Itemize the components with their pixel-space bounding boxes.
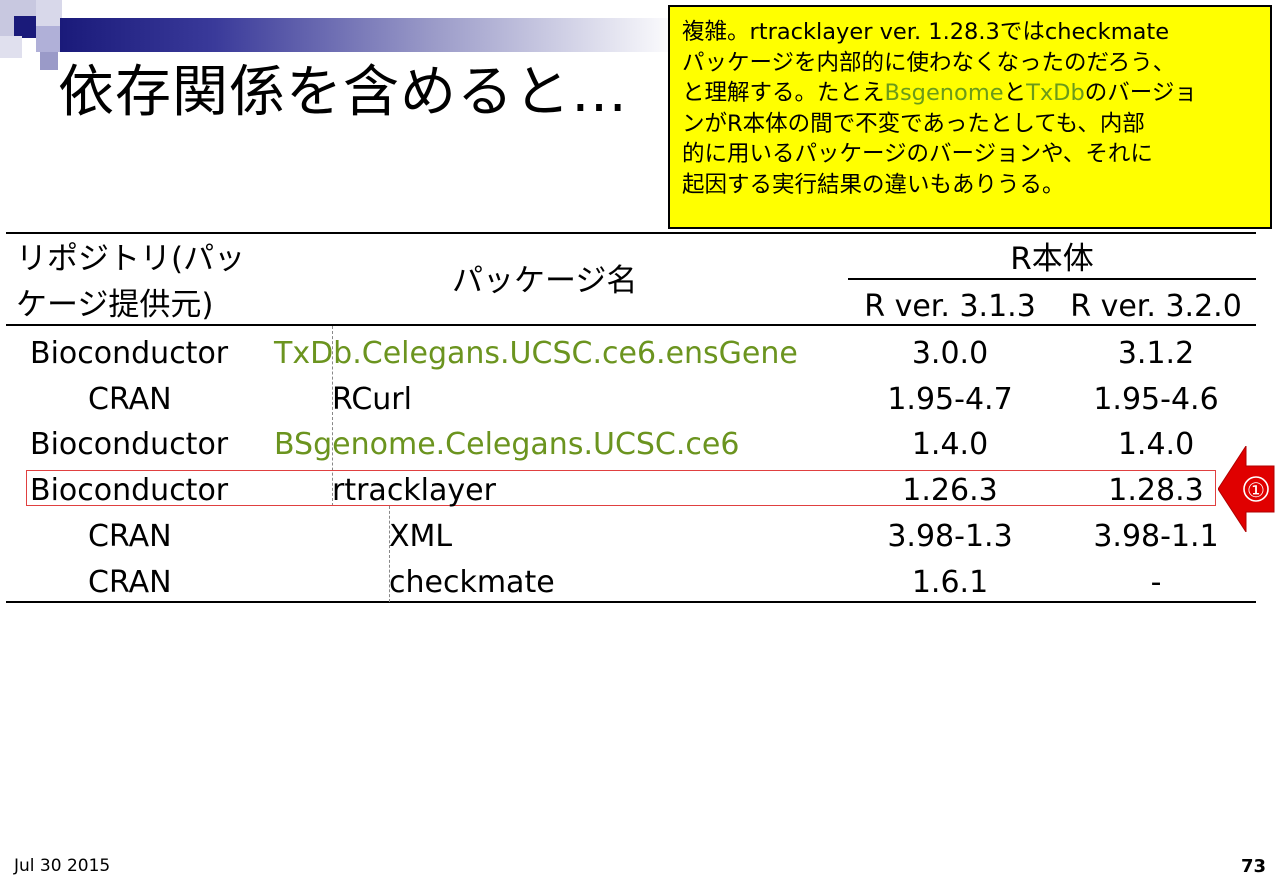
package-cell: BSgenome.Celegans.UCSC.ce6 xyxy=(274,427,740,462)
version-cell: - xyxy=(1150,565,1162,600)
package-cell: XML xyxy=(389,519,453,554)
decor-square xyxy=(14,16,36,38)
version-cell: 1.6.1 xyxy=(911,565,989,600)
repo-cell: CRAN xyxy=(88,382,172,417)
version-cell: 1.4.0 xyxy=(911,427,989,462)
header-r-version: R ver. 3.1.3 xyxy=(864,289,1036,324)
decor-square xyxy=(36,26,62,52)
table-top-rule xyxy=(6,232,1256,234)
version-cell: 3.0.0 xyxy=(911,336,989,371)
version-cell: 1.26.3 xyxy=(902,473,998,508)
version-cell: 3.1.2 xyxy=(1117,336,1195,371)
package-cell: checkmate xyxy=(389,565,555,600)
left-arrow-icon: ① xyxy=(1218,446,1275,532)
header-r-version: R ver. 3.2.0 xyxy=(1070,289,1242,324)
package-cell: rtracklayer xyxy=(332,473,496,508)
repo-cell: Bioconductor xyxy=(30,427,229,462)
note-line: ンがR本体の間で不変であったとしても、内部 xyxy=(682,110,1145,137)
header-repository: リポジトリ(パッ xyxy=(16,241,246,277)
version-cell: 1.95-4.7 xyxy=(887,382,1013,417)
header-repository: ケージ提供元) xyxy=(16,287,214,323)
note-line: と理解する。たとえBsgenomeとTxDbのバージョ xyxy=(682,80,1197,106)
package-cell: TxDb.Celegans.UCSC.ce6.ensGene xyxy=(274,336,798,371)
version-cell: 3.98-1.3 xyxy=(887,519,1013,554)
repo-cell: Bioconductor xyxy=(30,336,229,371)
header-r: R本体 xyxy=(1010,241,1094,277)
note-line: パッケージを内部的に使わなくなったのだろう、 xyxy=(682,49,1176,76)
repo-cell: Bioconductor xyxy=(30,473,229,508)
header-package: パッケージ名 xyxy=(452,263,638,299)
package-cell: RCurl xyxy=(332,382,412,417)
repo-cell: CRAN xyxy=(88,565,172,600)
marker-label: ① xyxy=(1247,478,1265,502)
slide-title: 依存関係を含めると… xyxy=(58,60,628,125)
note-line: 的に用いるパッケージのバージョンや、それに xyxy=(682,141,1153,167)
version-cell: 1.95-4.6 xyxy=(1093,382,1219,417)
note-box: 複雑。rtracklayer ver. 1.28.3ではcheckmate パッ… xyxy=(668,5,1272,229)
page-number: 73 xyxy=(1240,856,1266,877)
note-line: 複雑。rtracklayer ver. 1.28.3ではcheckmate xyxy=(682,19,1170,45)
title-bar-gradient xyxy=(60,18,680,52)
repo-cell: CRAN xyxy=(88,519,172,554)
slide-date: Jul 30 2015 xyxy=(14,856,111,876)
note-line: 起因する実行結果の違いもありうる。 xyxy=(682,171,1065,198)
decor-square xyxy=(40,52,58,70)
r-header-rule xyxy=(848,278,1256,280)
decor-square xyxy=(36,0,62,26)
decor-square xyxy=(0,36,22,58)
